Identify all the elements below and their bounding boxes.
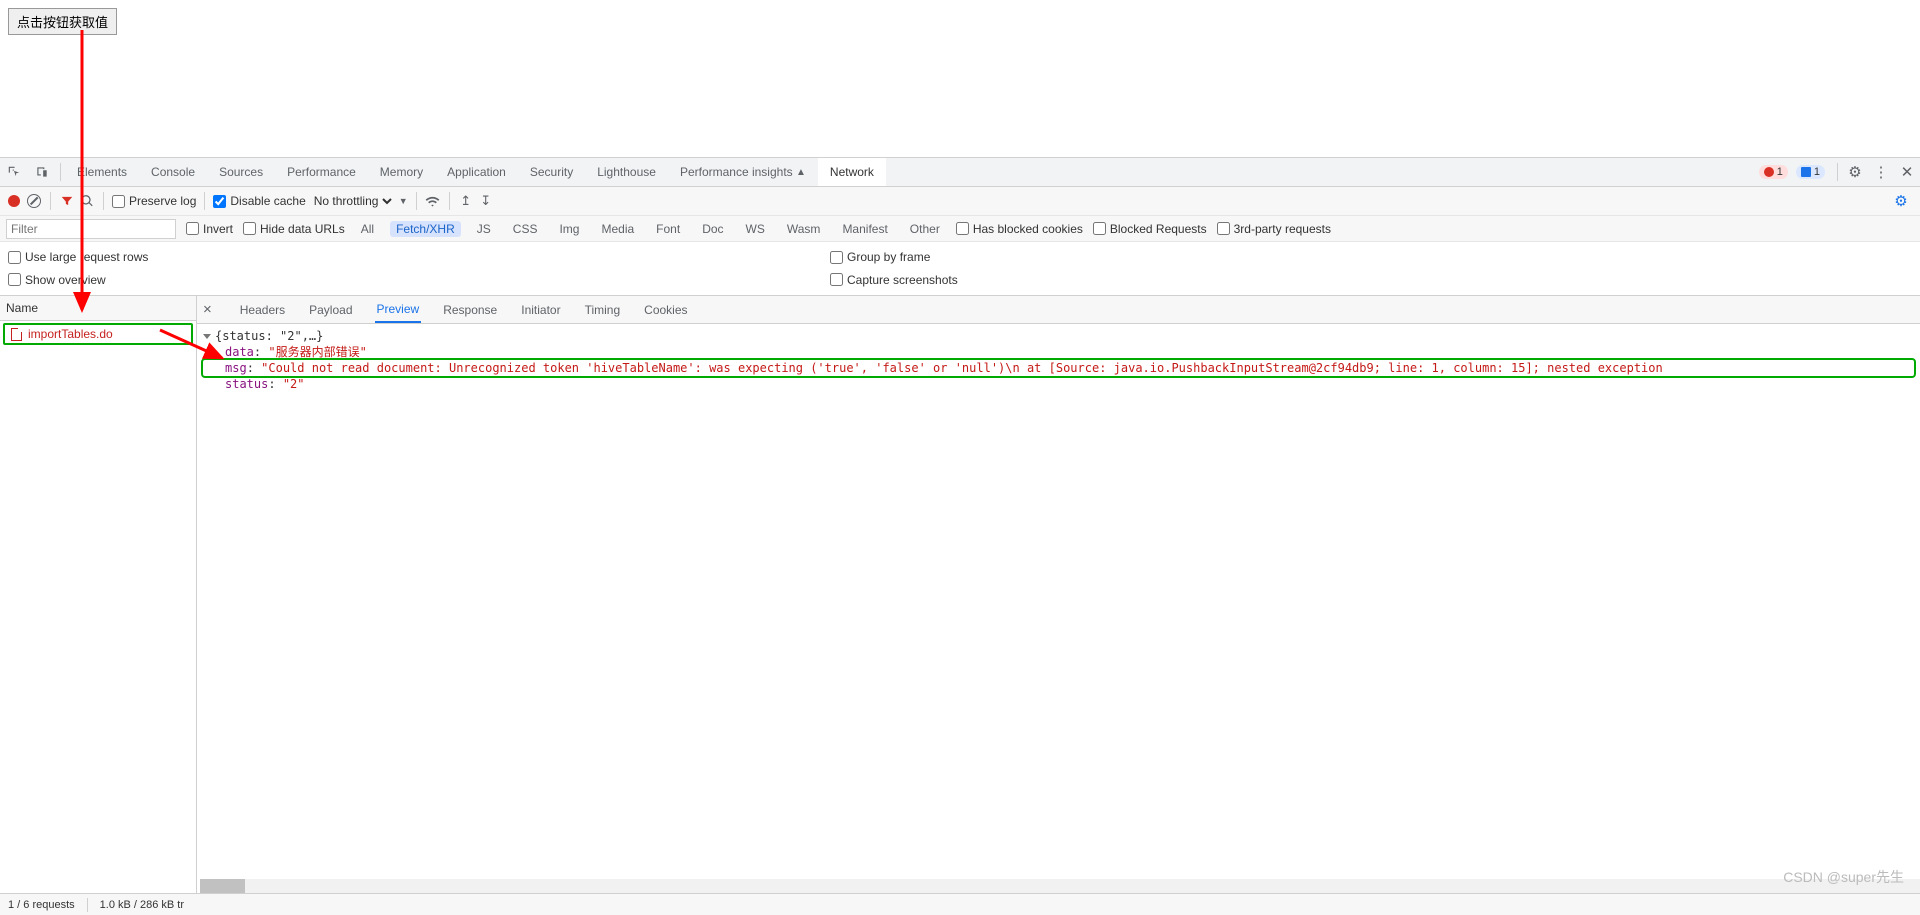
filter-js[interactable]: JS — [471, 221, 497, 237]
upload-icon[interactable]: ↥ — [458, 193, 474, 209]
network-settings-icon[interactable]: ⚙ — [1888, 187, 1914, 215]
tab-initiator[interactable]: Initiator — [519, 298, 562, 322]
close-devtools-icon[interactable]: ✕ — [1894, 158, 1920, 186]
show-overview-checkbox[interactable]: Show overview — [8, 273, 782, 287]
separator — [60, 163, 61, 181]
watermark: CSDN @super先生 — [1783, 867, 1904, 887]
device-toggle-icon[interactable] — [28, 158, 56, 186]
tab-sources[interactable]: Sources — [207, 158, 275, 186]
network-filter-bar: Invert Hide data URLs All Fetch/XHR JS C… — [0, 216, 1920, 242]
network-options-bar: Use large request rows Show overview Gro… — [0, 242, 1920, 296]
status-transfer-size: 1.0 kB / 286 kB tr — [100, 899, 184, 911]
large-rows-checkbox[interactable]: Use large request rows — [8, 250, 782, 264]
group-by-frame-checkbox[interactable]: Group by frame — [830, 250, 958, 264]
disable-cache-checkbox[interactable]: Disable cache — [213, 194, 305, 208]
filter-doc[interactable]: Doc — [696, 221, 729, 237]
separator — [50, 192, 51, 210]
filter-all[interactable]: All — [355, 221, 380, 237]
filter-css[interactable]: CSS — [507, 221, 544, 237]
preview-root-line[interactable]: {status: "2",…} — [203, 328, 1914, 344]
tab-performance[interactable]: Performance — [275, 158, 368, 186]
request-name-text: importTables.do — [28, 327, 113, 341]
network-toolbar: Preserve log Disable cache No throttling… — [0, 187, 1920, 216]
throttling-select[interactable]: No throttling — [310, 193, 395, 209]
more-icon[interactable]: ⋮ — [1868, 158, 1894, 186]
filter-wasm[interactable]: Wasm — [781, 221, 827, 237]
devtools-tabs: Elements Console Sources Performance Mem… — [0, 158, 1920, 187]
get-value-button[interactable]: 点击按钮获取值 — [8, 8, 117, 35]
page-content: 点击按钮获取值 — [0, 0, 1920, 160]
request-detail-tabs: × Headers Payload Preview Response Initi… — [197, 296, 1920, 324]
close-details-icon[interactable]: × — [203, 301, 212, 318]
separator — [449, 192, 450, 210]
message-square-icon — [1801, 167, 1811, 177]
tab-elements[interactable]: Elements — [65, 158, 139, 186]
record-button[interactable] — [6, 195, 22, 207]
tab-payload[interactable]: Payload — [307, 298, 354, 322]
separator — [103, 192, 104, 210]
filter-input[interactable] — [6, 219, 176, 239]
ban-icon — [27, 194, 41, 208]
filter-font[interactable]: Font — [650, 221, 686, 237]
filter-fetch-xhr[interactable]: Fetch/XHR — [390, 221, 461, 237]
devtools-status-bar: 1 / 6 requests 1.0 kB / 286 kB tr — [0, 893, 1920, 915]
preview-msg-line[interactable]: msg: "Could not read document: Unrecogni… — [203, 360, 1914, 376]
triangle-open-icon[interactable] — [203, 334, 211, 339]
tab-performance-insights[interactable]: Performance insights ▲ — [668, 158, 818, 186]
filter-manifest[interactable]: Manifest — [836, 221, 893, 237]
blocked-requests-checkbox[interactable]: Blocked Requests — [1093, 222, 1207, 236]
request-row-importtables[interactable]: importTables.do — [3, 323, 193, 345]
record-dot-icon — [8, 195, 20, 207]
settings-icon[interactable]: ⚙ — [1842, 158, 1868, 186]
blocked-cookies-checkbox[interactable]: Has blocked cookies — [956, 222, 1083, 236]
clear-button[interactable] — [26, 194, 42, 208]
tab-memory[interactable]: Memory — [368, 158, 435, 186]
wifi-icon[interactable] — [425, 194, 441, 209]
separator — [87, 898, 88, 912]
separator — [204, 192, 205, 210]
hide-data-urls-checkbox[interactable]: Hide data URLs — [243, 222, 345, 236]
request-list-pane: Name importTables.do — [0, 296, 197, 901]
tab-lighthouse[interactable]: Lighthouse — [585, 158, 668, 186]
request-detail-pane: × Headers Payload Preview Response Initi… — [197, 296, 1920, 901]
error-dot-icon — [1764, 167, 1774, 177]
preview-status-line[interactable]: status: "2" — [203, 376, 1914, 392]
name-column-header[interactable]: Name — [0, 296, 196, 321]
tab-network[interactable]: Network — [818, 158, 886, 186]
network-split-pane: Name importTables.do × Headers Payload P… — [0, 296, 1920, 901]
error-count-badge[interactable]: 1 — [1759, 165, 1788, 179]
filter-ws[interactable]: WS — [740, 221, 771, 237]
document-icon — [11, 328, 22, 341]
filter-img[interactable]: Img — [553, 221, 585, 237]
download-icon[interactable]: ↧ — [478, 193, 494, 209]
scrollbar-thumb[interactable] — [200, 879, 245, 893]
tab-response[interactable]: Response — [441, 298, 499, 322]
tab-timing[interactable]: Timing — [583, 298, 623, 322]
horizontal-scrollbar[interactable] — [200, 879, 1920, 893]
search-icon[interactable] — [79, 194, 95, 208]
message-count-badge[interactable]: 1 — [1796, 165, 1825, 179]
preview-data-line[interactable]: data: "服务器内部错误" — [203, 344, 1914, 360]
status-requests-count: 1 / 6 requests — [8, 899, 75, 911]
preserve-log-checkbox[interactable]: Preserve log — [112, 194, 196, 208]
tab-console[interactable]: Console — [139, 158, 207, 186]
separator — [416, 192, 417, 210]
tab-application[interactable]: Application — [435, 158, 518, 186]
preview-body[interactable]: {status: "2",…} data: "服务器内部错误" msg: "Co… — [197, 324, 1920, 901]
separator — [1837, 163, 1838, 181]
filter-toggle-icon[interactable] — [59, 194, 75, 208]
inspect-icon[interactable] — [0, 158, 28, 186]
filter-media[interactable]: Media — [595, 221, 640, 237]
capture-screenshots-checkbox[interactable]: Capture screenshots — [830, 273, 958, 287]
devtools-panel: Elements Console Sources Performance Mem… — [0, 157, 1920, 901]
third-party-checkbox[interactable]: 3rd-party requests — [1217, 222, 1331, 236]
filter-other[interactable]: Other — [904, 221, 946, 237]
tab-preview[interactable]: Preview — [375, 297, 422, 323]
tab-headers[interactable]: Headers — [238, 298, 287, 322]
tab-cookies[interactable]: Cookies — [642, 298, 689, 322]
invert-checkbox[interactable]: Invert — [186, 222, 233, 236]
tab-security[interactable]: Security — [518, 158, 585, 186]
